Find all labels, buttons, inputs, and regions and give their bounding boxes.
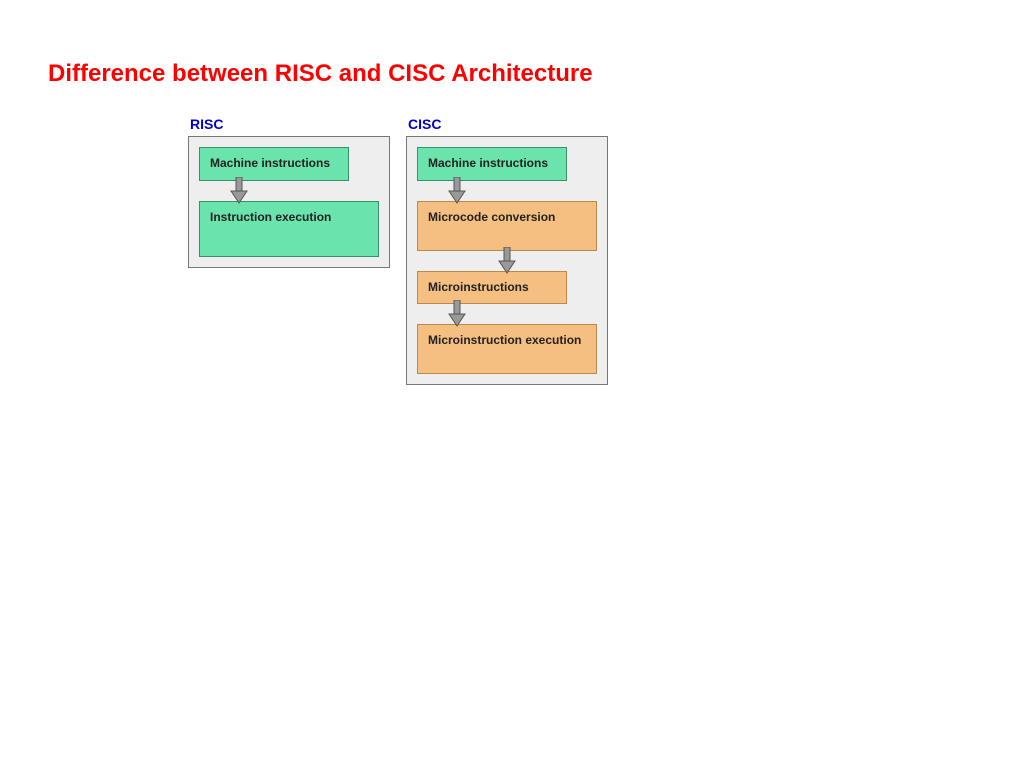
- page-title: Difference between RISC and CISC Archite…: [48, 60, 593, 88]
- risc-step-instruction-execution: Instruction execution: [199, 201, 379, 257]
- cisc-column: CISC Machine instructions Microcode conv…: [406, 116, 608, 385]
- risc-step-machine-instructions: Machine instructions: [199, 147, 349, 181]
- risc-column: RISC Machine instructions Instruction ex…: [188, 116, 390, 385]
- cisc-step-microcode-conversion: Microcode conversion: [417, 201, 597, 251]
- cisc-step-machine-instructions: Machine instructions: [417, 147, 567, 181]
- arrow-down-icon: [199, 177, 409, 205]
- arrow-down-icon: [417, 300, 627, 328]
- cisc-step-microinstructions: Microinstructions: [417, 271, 567, 305]
- arrow-down-icon: [417, 247, 597, 275]
- arrow-down-icon: [417, 177, 627, 205]
- cisc-label: CISC: [406, 116, 608, 132]
- diagram-area: RISC Machine instructions Instruction ex…: [188, 116, 608, 385]
- cisc-panel: Machine instructions Microcode conversio…: [406, 136, 608, 385]
- risc-panel: Machine instructions Instruction executi…: [188, 136, 390, 268]
- risc-label: RISC: [188, 116, 390, 132]
- cisc-step-microinstruction-execution: Microinstruction execution: [417, 324, 597, 374]
